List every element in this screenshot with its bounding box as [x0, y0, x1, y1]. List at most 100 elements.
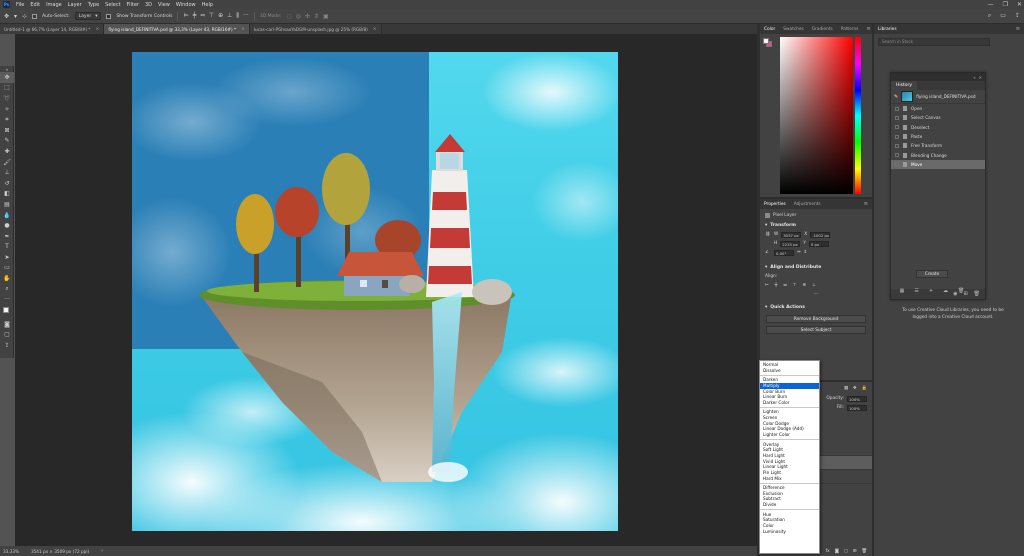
collapse-icon[interactable]: «: [973, 75, 975, 80]
minimize-button[interactable]: —: [988, 1, 994, 8]
tab-swatches[interactable]: Swatches: [779, 27, 808, 32]
align-right-icon[interactable]: ⫤: [783, 283, 786, 288]
fx-icon[interactable]: fx: [826, 549, 830, 554]
history-step[interactable]: Move: [891, 159, 985, 170]
lasso-tool-icon[interactable]: ➰: [0, 93, 14, 104]
history-brush-source-checkbox[interactable]: [895, 162, 899, 167]
history-step[interactable]: Free Transform: [891, 141, 985, 150]
flip-horizontal-icon[interactable]: ⇔: [797, 250, 801, 255]
foreground-color-swatch[interactable]: [763, 38, 769, 44]
history-brush-source-checkbox[interactable]: [895, 106, 899, 111]
workspace-icon[interactable]: ▭: [1000, 12, 1006, 20]
tab-history[interactable]: History: [891, 81, 918, 90]
gradient-tool-icon[interactable]: ▤: [0, 199, 14, 210]
frame-tool-icon[interactable]: ⊠: [0, 125, 14, 136]
canvas-area[interactable]: [15, 34, 757, 546]
more-options-icon[interactable]: ···: [814, 292, 818, 297]
trash-icon[interactable]: 🗑: [974, 291, 980, 297]
menu-help[interactable]: Help: [199, 2, 216, 8]
remove-background-button[interactable]: Remove Background: [766, 315, 866, 323]
group-icon[interactable]: ▢: [844, 549, 848, 554]
menu-3d[interactable]: 3D: [142, 2, 155, 8]
more-options-icon[interactable]: ···: [243, 12, 249, 20]
eraser-tool-icon[interactable]: ◧: [0, 189, 14, 200]
history-brush-source-checkbox[interactable]: [895, 134, 899, 139]
align-top-icon[interactable]: ⊤: [793, 283, 797, 288]
tab-untitled-1[interactable]: Untitled-1 @ 66,7% (Layer 14, RGB/8#) * …: [0, 24, 105, 34]
move-tool-icon[interactable]: ✥: [0, 72, 14, 83]
share-icon[interactable]: ⇪: [0, 340, 14, 351]
zoom-level[interactable]: 33,33%: [3, 549, 19, 554]
pen-tool-icon[interactable]: ✒: [0, 231, 14, 242]
quick-mask-icon[interactable]: ◙: [0, 319, 14, 330]
type-tool-icon[interactable]: T: [0, 242, 14, 253]
history-brush-source-checkbox[interactable]: [895, 153, 899, 158]
trash-icon[interactable]: 🗑: [862, 549, 867, 554]
align-section[interactable]: ▾ Align and Distribute: [760, 263, 872, 272]
blend-mode-option[interactable]: Luminosity: [760, 529, 819, 535]
healing-brush-tool-icon[interactable]: ✚: [0, 146, 14, 157]
y-field[interactable]: 0 px: [808, 240, 829, 247]
list-view-icon[interactable]: ☰: [914, 288, 918, 298]
clone-stamp-tool-icon[interactable]: ⊥: [0, 167, 14, 178]
history-brush-source-checkbox[interactable]: [895, 115, 899, 120]
blur-tool-icon[interactable]: 💧: [0, 210, 14, 221]
distribute-icon[interactable]: ⫼: [236, 12, 239, 20]
lock-transparent-icon[interactable]: ▦: [844, 386, 848, 391]
align-left-icon[interactable]: ⊨: [183, 12, 188, 20]
close-window-button[interactable]: ✕: [1017, 1, 1022, 8]
history-step[interactable]: Select Canvas: [891, 113, 985, 122]
new-layer-icon[interactable]: ⊞: [853, 549, 857, 554]
tab-patterns[interactable]: Patterns: [837, 27, 863, 32]
chevron-right-icon[interactable]: ›: [101, 548, 103, 554]
quick-actions-section[interactable]: ▾ Quick Actions: [760, 303, 872, 312]
align-left-icon[interactable]: ⊨: [765, 283, 769, 288]
close-icon[interactable]: ✕: [979, 75, 982, 80]
close-icon[interactable]: ×: [373, 27, 377, 32]
brush-tool-icon[interactable]: 🖌: [0, 157, 14, 168]
height-field[interactable]: 2225 px: [780, 240, 801, 247]
history-step[interactable]: Blending Change: [891, 150, 985, 159]
3d-drag-icon[interactable]: ✣: [305, 13, 310, 20]
search-icon[interactable]: ⌕: [988, 12, 991, 20]
align-bottom-icon[interactable]: ⊥: [227, 12, 232, 20]
chevron-down-icon[interactable]: ▾: [14, 13, 17, 20]
lock-position-icon[interactable]: ✥: [853, 386, 857, 391]
add-icon[interactable]: +: [929, 288, 933, 298]
align-top-icon[interactable]: ⊤: [209, 12, 214, 20]
tab-lucas-carl[interactable]: lucas-carl-PGhsaaYaDGM-unsplash.jpg @ 25…: [249, 24, 382, 34]
more-tools-icon[interactable]: ···: [0, 294, 14, 305]
opacity-field[interactable]: 100%: [847, 395, 867, 402]
trash-icon[interactable]: 🗑: [958, 288, 964, 298]
menu-select[interactable]: Select: [102, 2, 123, 8]
lock-icon[interactable]: 🔒: [862, 386, 867, 391]
stock-search-input[interactable]: Search in Stock: [878, 38, 990, 46]
align-bottom-icon[interactable]: ⊥: [812, 283, 816, 288]
menu-file[interactable]: File: [13, 2, 27, 8]
flip-vertical-icon[interactable]: ⇕: [804, 250, 808, 255]
blend-mode-option[interactable]: Divide: [760, 502, 819, 508]
angle-field[interactable]: 0,00°: [774, 249, 794, 256]
x-field[interactable]: -1002 px: [810, 231, 831, 238]
blend-mode-option[interactable]: Hard Mix: [760, 476, 819, 482]
tab-properties[interactable]: Properties: [760, 202, 790, 207]
cloud-icon[interactable]: ☁: [943, 288, 948, 298]
align-middle-icon[interactable]: ⊕: [802, 283, 806, 288]
tab-gradients[interactable]: Gradients: [808, 27, 837, 32]
menu-view[interactable]: View: [155, 2, 173, 8]
width-field[interactable]: 3037 px: [781, 231, 802, 238]
auto-select-dropdown[interactable]: Layer ▾: [74, 12, 102, 20]
create-library-button[interactable]: Create: [916, 270, 948, 278]
tab-color[interactable]: Color: [760, 27, 779, 32]
menu-type[interactable]: Type: [85, 2, 102, 8]
tab-adjustments[interactable]: Adjustments: [790, 202, 825, 207]
magic-wand-tool-icon[interactable]: ✧: [0, 104, 14, 115]
artwork-flying-island[interactable]: [132, 52, 618, 531]
align-center-icon[interactable]: ╪: [193, 12, 197, 20]
share-icon[interactable]: ⇪: [1015, 12, 1020, 20]
move-options-icon[interactable]: ⊹: [22, 13, 27, 20]
3d-slide-icon[interactable]: ⇕: [314, 13, 319, 20]
blend-mode-option[interactable]: Darker Color: [760, 400, 819, 406]
history-title-bar[interactable]: « ✕: [891, 73, 985, 81]
history-snapshot[interactable]: ✎ flying island_DEFINITIVA.psd: [891, 90, 985, 104]
